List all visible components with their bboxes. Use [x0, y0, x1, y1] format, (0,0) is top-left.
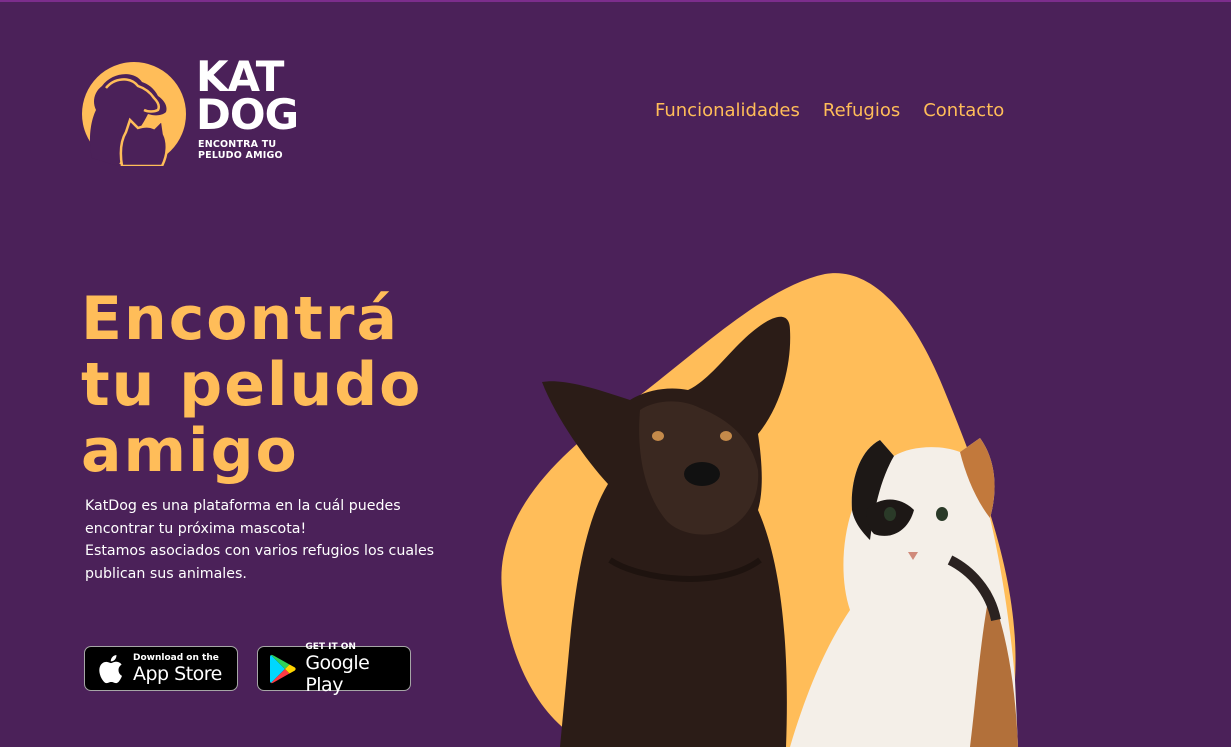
google-play-big-text: Google Play	[305, 651, 370, 696]
nav-item-funcionalidades[interactable]: Funcionalidades	[655, 100, 800, 121]
app-store-big-text: App Store	[133, 662, 222, 685]
google-play-button[interactable]: GET IT ON Google Play	[257, 642, 411, 696]
nav-item-contacto[interactable]: Contacto	[923, 100, 1004, 121]
hero-pets-illustration	[501, 273, 1018, 747]
apple-icon	[95, 654, 125, 684]
brand-name-line2: DOG	[196, 90, 299, 139]
dog-cat-logo-icon	[82, 62, 186, 166]
hero-desc-p2: Estamos asociados con varios refugios lo…	[85, 543, 435, 582]
top-border	[0, 0, 1231, 2]
app-store-button[interactable]: Download on the App Store	[84, 646, 238, 691]
google-play-small-text: GET IT ON	[305, 641, 356, 652]
main-nav: Funcionalidades Refugios Contacto	[655, 100, 1004, 121]
tagline-line1: ENCONTRA TU	[198, 139, 277, 150]
hero-title-line2: tu peludo	[81, 350, 423, 420]
hero-desc-p1: KatDog es una plataforma en la cuál pued…	[85, 498, 401, 537]
brand-name: KAT DOG	[196, 56, 299, 139]
hero-title: Encontrá tu peludo amigo	[81, 286, 422, 484]
katdog-logo[interactable]: KAT DOG ENCONTRA TU PELUDO AMIGO	[82, 56, 322, 170]
hero-title-line3: amigo	[81, 416, 299, 486]
hero-description: KatDog es una plataforma en la cuál pued…	[85, 495, 445, 585]
hero-title-line1: Encontrá	[81, 284, 399, 354]
nav-item-refugios[interactable]: Refugios	[823, 100, 900, 121]
app-store-small-text: Download on the	[133, 652, 219, 663]
brand-tagline: ENCONTRA TU PELUDO AMIGO	[198, 139, 318, 161]
tagline-line2: PELUDO AMIGO	[198, 150, 283, 161]
google-play-icon	[268, 654, 297, 684]
